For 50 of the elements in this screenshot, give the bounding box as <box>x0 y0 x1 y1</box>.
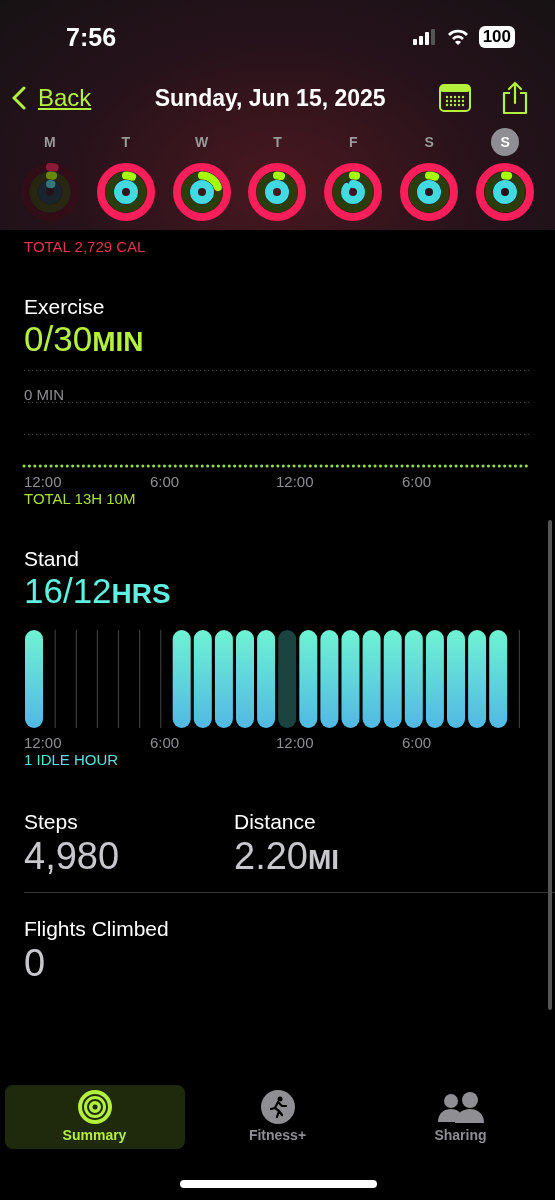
activity-rings-icon[interactable] <box>171 162 232 222</box>
day-letter[interactable]: T <box>263 128 292 156</box>
stat-label: Steps <box>24 810 79 834</box>
runner-icon <box>260 1090 295 1124</box>
day-letter[interactable]: S <box>415 128 444 156</box>
activity-rings-icon[interactable] <box>323 162 384 222</box>
axis-label: 12:00 <box>276 734 315 751</box>
tab-button[interactable]: Sharing <box>370 1085 551 1149</box>
axis-label: 6:00 <box>402 734 433 751</box>
chart-scale-label: 0 MIN <box>24 386 65 403</box>
axis-label: 6:00 <box>402 473 433 490</box>
people-icon <box>437 1092 484 1124</box>
day-letter[interactable]: M <box>35 128 64 156</box>
axis-label: 6:00 <box>150 473 181 490</box>
exercise-value: 0/30MIN <box>24 319 145 360</box>
signal-icon <box>412 29 437 45</box>
activity-rings-icon[interactable] <box>399 162 460 222</box>
stat-label: Distance <box>234 810 317 834</box>
axis-label: 12:00 <box>24 734 63 751</box>
share-icon[interactable] <box>501 81 529 115</box>
stat-value: 0 <box>24 941 47 985</box>
day-letter[interactable]: W <box>187 128 216 156</box>
wifi-icon <box>446 29 469 45</box>
chevron-left-icon <box>12 86 26 110</box>
activity-rings-icon[interactable] <box>247 162 308 222</box>
exercise-title: Exercise <box>24 295 106 319</box>
stat-label: Flights Climbed <box>24 917 170 941</box>
day-letter[interactable]: T <box>111 128 140 156</box>
rings-icon <box>77 1090 112 1124</box>
exercise-total: TOTAL 13H 10M <box>24 490 137 507</box>
axis-label: 6:00 <box>150 734 181 751</box>
calendar-icon[interactable] <box>439 84 471 112</box>
date-title: Sunday, Jun 15, 2025 <box>153 84 387 112</box>
tab-button[interactable]: Fitness+ <box>187 1085 368 1149</box>
stat-value: 4,980 <box>24 834 121 878</box>
stand-value: 16/12HRS <box>24 571 172 612</box>
day-letter[interactable]: S <box>491 128 520 156</box>
idle-hours: 1 IDLE HOUR <box>24 751 120 768</box>
stat-value: 2.20MI <box>234 834 341 879</box>
day-letter[interactable]: F <box>339 128 368 156</box>
back-button[interactable]: Back <box>12 84 92 112</box>
move-total: TOTAL 2,729 CAL <box>24 238 147 255</box>
stand-title: Stand <box>24 547 80 571</box>
activity-rings-icon[interactable] <box>95 162 156 222</box>
axis-label: 12:00 <box>276 473 315 490</box>
battery-level: 100 <box>478 26 515 48</box>
axis-label: 12:00 <box>24 473 63 490</box>
status-time: 7:56 <box>66 22 117 52</box>
activity-rings-icon[interactable] <box>475 162 536 222</box>
tab-button[interactable]: Summary <box>4 1085 185 1149</box>
